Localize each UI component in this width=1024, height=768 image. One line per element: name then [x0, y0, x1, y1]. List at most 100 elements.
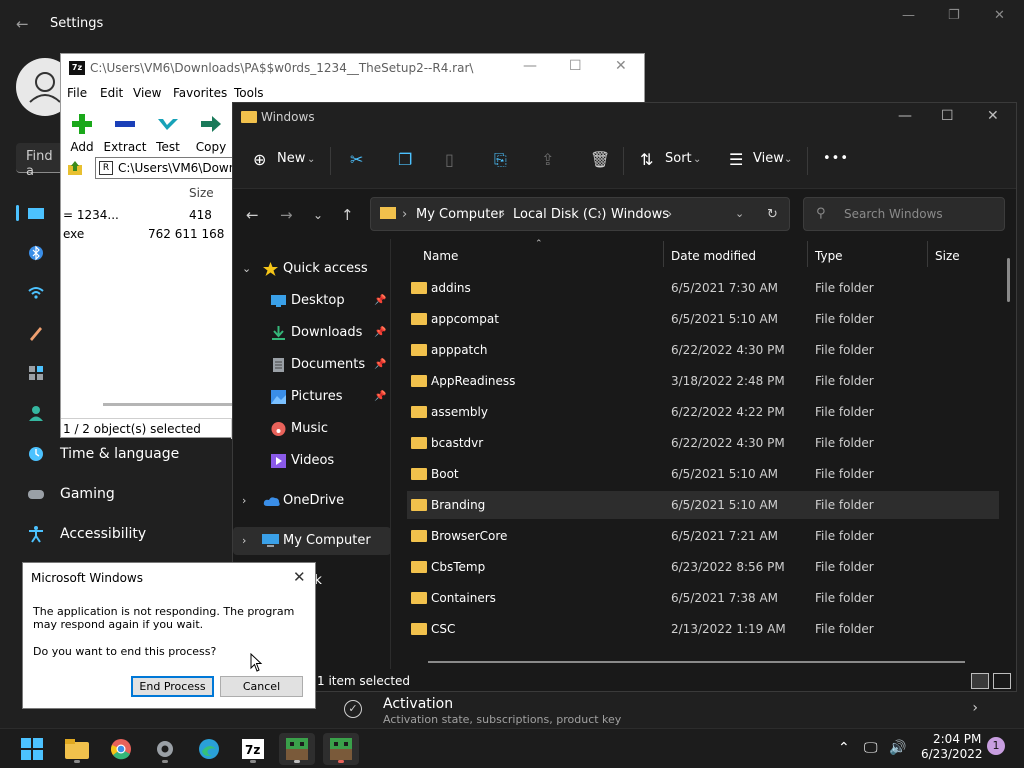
back-arrow-icon[interactable]: ← [246, 206, 259, 224]
forward-arrow-icon[interactable]: → [280, 206, 293, 224]
horizontal-scrollbar[interactable] [103, 403, 233, 406]
sidebar-item-documents[interactable]: Documents 📌 [233, 351, 391, 379]
chevron-right-icon[interactable]: › [242, 494, 246, 507]
maximize-icon[interactable]: ☐ [941, 108, 954, 124]
7zip-icon[interactable]: 7z [235, 733, 271, 765]
table-row[interactable]: bcastdvr 6/22/2022 4:30 PM File folder [407, 429, 999, 457]
table-row[interactable]: Boot 6/5/2021 5:10 AM File folder [407, 460, 999, 488]
clock-time[interactable]: 2:04 PM [933, 732, 981, 746]
close-icon[interactable]: ✕ [615, 58, 627, 74]
minimize-icon[interactable]: — [523, 58, 537, 74]
nav-time-language[interactable]: Time & language [60, 446, 179, 462]
breadcrumb-windows[interactable]: Windows [611, 207, 669, 222]
gamepad-icon[interactable] [27, 485, 45, 503]
pin-icon[interactable]: 📌 [374, 327, 386, 338]
vertical-scrollbar[interactable] [1007, 258, 1010, 302]
pin-icon[interactable]: 📌 [374, 391, 386, 402]
sidebar-item-downloads[interactable]: Downloads 📌 [233, 319, 391, 347]
zip-titlebar[interactable]: 7z C:\Users\VM6\Downloads\PA$$w0rds_1234… [61, 54, 644, 82]
zip-path-field[interactable]: R C:\Users\VM6\Downlo [95, 157, 235, 179]
column-header-type[interactable]: Type [815, 249, 843, 263]
close-icon[interactable]: ✕ [293, 568, 306, 586]
horizontal-scrollbar[interactable] [428, 661, 965, 663]
clock-date[interactable]: 6/23/2022 [921, 747, 983, 761]
sidebar-item-music[interactable]: Music [233, 415, 391, 443]
copy-button[interactable]: Copy [186, 112, 236, 154]
column-divider[interactable] [927, 241, 928, 267]
table-row[interactable]: Branding 6/5/2021 5:10 AM File folder [407, 491, 999, 519]
table-row[interactable]: BrowserCore 6/5/2021 7:21 AM File folder [407, 522, 999, 550]
settings-icon[interactable] [147, 733, 183, 765]
column-header-size[interactable]: Size [935, 249, 960, 263]
rename-icon[interactable]: ⎘ [494, 150, 507, 170]
pane-divider[interactable] [390, 239, 391, 669]
volume-icon[interactable]: 🔊 [889, 740, 906, 756]
column-divider[interactable] [807, 241, 808, 267]
pin-icon[interactable]: 📌 [374, 359, 386, 370]
share-icon[interactable]: ⇪ [541, 150, 554, 169]
new-button[interactable]: New [277, 151, 305, 166]
close-icon[interactable]: ✕ [994, 8, 1005, 23]
notification-badge[interactable]: 1 [987, 737, 1005, 755]
sidebar-item-onedrive[interactable]: › OneDrive [233, 487, 391, 515]
refresh-icon[interactable]: ↻ [767, 207, 778, 222]
search-box[interactable]: ⚲ Search Windows [803, 197, 1005, 231]
view-button[interactable]: View [753, 151, 784, 166]
menu-view[interactable]: View [133, 86, 161, 100]
file-explorer-icon[interactable] [59, 733, 95, 765]
apps-icon[interactable] [27, 364, 45, 382]
restore-icon[interactable]: ❐ [948, 8, 960, 23]
clock-globe-icon[interactable] [27, 445, 45, 463]
table-row[interactable]: AppReadiness 3/18/2022 2:48 PM File folder [407, 367, 999, 395]
edge-icon[interactable] [191, 733, 227, 765]
chrome-icon[interactable] [103, 733, 139, 765]
cancel-button[interactable]: Cancel [220, 676, 303, 697]
table-row[interactable]: Containers 6/5/2021 7:38 AM File folder [407, 584, 999, 612]
cut-icon[interactable]: ✂ [350, 150, 363, 169]
menu-favorites[interactable]: Favorites [173, 86, 227, 100]
menu-file[interactable]: File [67, 86, 87, 100]
sidebar-item-videos[interactable]: Videos [233, 447, 391, 475]
copy-icon[interactable]: ❐ [398, 150, 412, 169]
sidebar-item-desktop[interactable]: Desktop 📌 [233, 287, 391, 315]
chevron-right-icon[interactable]: › [242, 534, 246, 547]
up-arrow-icon[interactable]: ↑ [341, 206, 354, 224]
pin-icon[interactable]: 📌 [374, 295, 386, 306]
sidebar-item-quick-access[interactable]: ⌄ Quick access [233, 255, 391, 283]
more-options-button[interactable]: ••• [823, 151, 849, 166]
activation-row[interactable]: ✓ Activation Activation state, subscript… [330, 690, 1010, 728]
system-icon[interactable] [27, 205, 45, 223]
network-icon[interactable] [27, 284, 45, 302]
nav-gaming[interactable]: Gaming [60, 486, 115, 502]
minimize-icon[interactable]: — [902, 8, 915, 23]
network-display-icon[interactable]: 🖵 [864, 740, 878, 756]
table-row[interactable]: apppatch 6/22/2022 4:30 PM File folder [407, 336, 999, 364]
sidebar-item-pictures[interactable]: Pictures 📌 [233, 383, 391, 411]
bluetooth-icon[interactable] [27, 244, 45, 262]
column-divider[interactable] [663, 241, 664, 267]
explorer-titlebar[interactable]: Windows — ☐ ✕ [233, 103, 1016, 133]
minecraft-icon[interactable] [279, 733, 315, 765]
address-dropdown-icon[interactable]: ⌄ [735, 207, 744, 220]
accounts-icon[interactable] [27, 404, 45, 422]
personalization-icon[interactable] [27, 324, 45, 342]
breadcrumb-my-computer[interactable]: My Computer [416, 207, 504, 222]
end-process-button[interactable]: End Process [131, 676, 214, 697]
address-bar[interactable]: › My Computer › Local Disk (C:) › Window… [370, 197, 790, 231]
table-row[interactable]: CSC 2/13/2022 1:19 AM File folder [407, 615, 999, 643]
windows-start-icon[interactable] [14, 733, 50, 765]
table-row[interactable]: assembly 6/22/2022 4:22 PM File folder [407, 398, 999, 426]
close-icon[interactable]: ✕ [987, 108, 999, 124]
paste-icon[interactable]: ▯ [445, 150, 454, 169]
nav-accessibility[interactable]: Accessibility [60, 526, 146, 542]
sort-button[interactable]: Sort [665, 151, 692, 166]
back-arrow-icon[interactable]: ← [16, 15, 29, 33]
menu-edit[interactable]: Edit [100, 86, 123, 100]
chevron-up-icon[interactable]: ⌃ [838, 740, 850, 756]
folder-up-icon[interactable] [67, 159, 85, 177]
column-header-date[interactable]: Date modified [671, 249, 756, 263]
menu-tools[interactable]: Tools [234, 86, 264, 100]
minimize-icon[interactable]: — [898, 108, 912, 124]
column-header-name[interactable]: Name [423, 249, 458, 263]
breadcrumb-local-disk[interactable]: Local Disk (C:) [513, 207, 606, 222]
